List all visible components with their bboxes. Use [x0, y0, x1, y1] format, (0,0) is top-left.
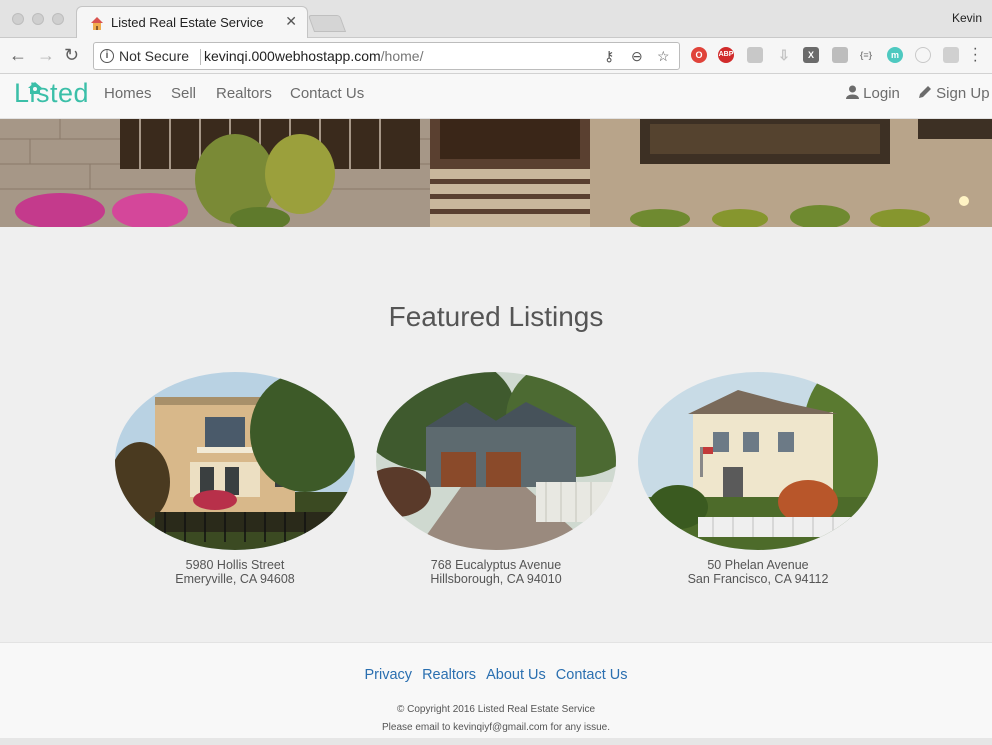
copyright-text: © Copyright 2016 Listed Real Estate Serv… — [396, 704, 596, 715]
listing-3-city: San Francisco, CA 94112 — [687, 572, 829, 586]
close-window-button[interactable] — [12, 13, 24, 25]
eye-icon[interactable] — [915, 47, 931, 63]
listing-card-3[interactable]: 50 Phelan Avenue San Francisco, CA 94112 — [638, 372, 878, 586]
maximize-window-button[interactable] — [52, 13, 64, 25]
new-tab-button[interactable] — [307, 15, 347, 32]
url-text[interactable]: kevinqi.000webhostapp.com/home/ — [204, 48, 423, 64]
footer-realtors-link[interactable]: Realtors — [422, 667, 476, 683]
minimize-window-button[interactable] — [32, 13, 44, 25]
featured-title: Featured Listings — [388, 301, 604, 332]
site-footer: Privacy Realtors About Us Contact Us © C… — [0, 642, 992, 738]
shield-icon[interactable] — [747, 47, 763, 63]
browser-tab[interactable]: Listed Real Estate Service ✕ — [76, 6, 308, 39]
back-arrow-icon[interactable]: ← — [9, 45, 27, 66]
footer-copyright-block: © Copyright 2016 Listed Real Estate Serv… — [0, 701, 992, 737]
listing-photo-1[interactable] — [115, 372, 355, 550]
box-icon[interactable] — [832, 47, 848, 63]
browser-toolbar: ← → ↻ i Not Secure kevinqi.000webhostapp… — [0, 38, 992, 74]
x-icon[interactable]: X — [803, 47, 819, 63]
adblock-icon[interactable]: ABP — [718, 47, 734, 63]
logo-text: Listed — [14, 78, 90, 108]
listing-card-1[interactable]: 5980 Hollis Street Emeryville, CA 94608 — [115, 372, 355, 586]
key-icon[interactable]: ⚷ — [604, 48, 614, 65]
bookmark-star-icon[interactable]: ☆ — [657, 48, 670, 65]
m-icon[interactable]: m — [887, 47, 903, 63]
json-icon[interactable]: {≡} — [858, 47, 874, 63]
login-link[interactable]: Login — [846, 85, 900, 102]
signup-link[interactable]: Sign Up — [918, 85, 990, 102]
house-favicon-icon — [91, 17, 103, 30]
tab-title: Listed Real Estate Service — [111, 15, 264, 30]
signup-label: Sign Up — [936, 85, 990, 102]
listing-1-street: 5980 Hollis Street — [185, 558, 285, 572]
listing-3-street: 50 Phelan Avenue — [707, 558, 809, 572]
info-icon[interactable]: i — [100, 49, 114, 63]
grid-icon[interactable] — [943, 47, 959, 63]
forward-arrow-icon[interactable]: → — [37, 45, 55, 66]
opera-icon[interactable]: O — [691, 47, 707, 63]
user-icon — [846, 85, 859, 99]
hero-banner-image — [0, 119, 992, 227]
zoom-icon[interactable]: ⊖ — [631, 48, 643, 65]
footer-about-link[interactable]: About Us — [486, 667, 546, 683]
footer-privacy-link[interactable]: Privacy — [364, 667, 412, 683]
listing-2-street: 768 Eucalyptus Avenue — [430, 558, 562, 572]
omnibox-divider — [200, 49, 201, 65]
listing-photo-2[interactable] — [376, 372, 616, 550]
download-icon[interactable]: ⇩ — [776, 47, 792, 63]
window-bottom-edge — [0, 738, 992, 745]
footer-contact-link[interactable]: Contact Us — [556, 667, 628, 683]
listing-2-city: Hillsborough, CA 94010 — [430, 572, 562, 586]
house-front-illustration — [0, 119, 992, 227]
pencil-icon — [919, 86, 931, 98]
contact-note: Please email to kevinqiyf@gmail.com for … — [381, 722, 611, 733]
tab-close-icon[interactable]: ✕ — [285, 13, 297, 30]
browser-titlebar: Listed Real Estate Service ✕ Kevin — [0, 0, 992, 39]
login-label: Login — [863, 85, 900, 102]
listing-photo-3[interactable] — [638, 372, 878, 550]
site-logo[interactable]: Listed — [14, 78, 89, 114]
logo-house-icon — [28, 82, 42, 94]
listing-card-2[interactable]: 768 Eucalyptus Avenue Hillsborough, CA 9… — [376, 372, 616, 586]
nav-realtors[interactable]: Realtors — [216, 85, 272, 102]
site-navbar: Listed Homes Sell Realtors Contact Us Lo… — [0, 74, 992, 119]
address-bar[interactable]: i Not Secure kevinqi.000webhostapp.com/h… — [93, 42, 680, 70]
footer-links: Privacy Realtors About Us Contact Us — [0, 667, 992, 683]
security-label: Not Secure — [119, 48, 190, 64]
profile-name[interactable]: Kevin — [952, 11, 982, 25]
browser-menu-icon[interactable]: · · · — [973, 41, 978, 69]
featured-section: Featured Listings 5980 Hollis Street Eme… — [0, 227, 992, 642]
listing-1-city: Emeryville, CA 94608 — [175, 572, 295, 586]
nav-contact-us[interactable]: Contact Us — [290, 85, 364, 102]
reload-icon[interactable]: ↻ — [64, 45, 79, 66]
nav-sell[interactable]: Sell — [171, 85, 196, 102]
nav-homes[interactable]: Homes — [104, 85, 152, 102]
